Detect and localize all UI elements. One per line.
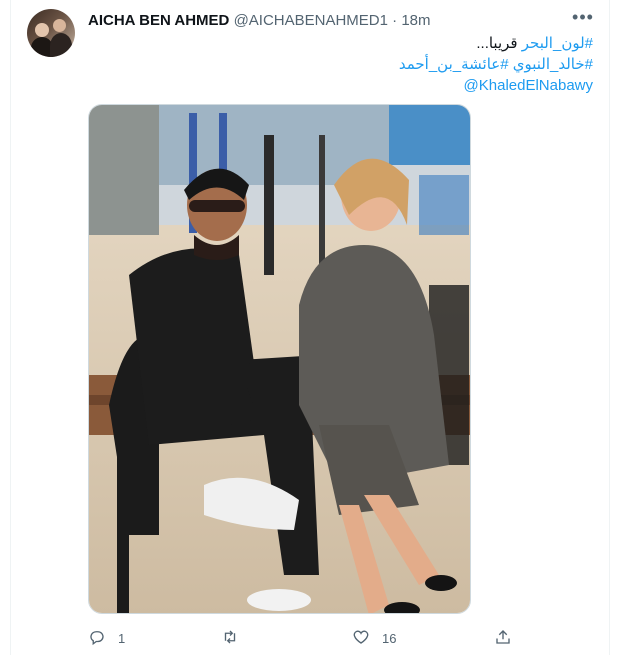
tweet-line-1: #لون_البحر قريبا... [88, 33, 593, 54]
more-options-icon[interactable]: ••• [572, 8, 594, 30]
share-icon [494, 628, 512, 649]
hashtag-link[interactable]: #لون_البحر [522, 35, 593, 52]
hashtag-link[interactable]: #خالد_النبوي #عائشة_بن_أحمد [399, 56, 593, 73]
reply-count: 1 [118, 630, 126, 646]
retweet-icon [221, 628, 239, 649]
tweet-actions: 1 16 [88, 627, 518, 649]
tweet-header: AICHA BEN AHMED @AICHABENAHMED1 · 18m [88, 11, 431, 31]
mention-link[interactable]: @KhaledElNabawy [464, 77, 593, 94]
tweet-plain-text: قريبا... [476, 35, 522, 52]
retweet-button[interactable] [221, 627, 239, 649]
tweet-timestamp[interactable]: 18m [401, 12, 430, 29]
tweet-text: #لون_البحر قريبا... #خالد_النبوي #عائشة_… [88, 33, 593, 96]
reply-icon [88, 628, 106, 649]
separator-dot: · [392, 12, 398, 29]
tweet-photo[interactable] [88, 104, 471, 614]
author-handle[interactable]: @AICHABENAHMED1 [234, 12, 388, 29]
tweet-line-2: #خالد_النبوي #عائشة_بن_أحمد [88, 54, 593, 75]
author-name[interactable]: AICHA BEN AHMED [88, 12, 229, 29]
like-count: 16 [382, 630, 397, 646]
tweet-line-3: @KhaledElNabawy [88, 75, 593, 96]
like-button[interactable]: 16 [352, 627, 396, 649]
author-avatar[interactable] [27, 9, 75, 57]
reply-button[interactable]: 1 [88, 627, 125, 649]
share-button[interactable] [494, 627, 512, 649]
heart-icon [352, 628, 370, 649]
